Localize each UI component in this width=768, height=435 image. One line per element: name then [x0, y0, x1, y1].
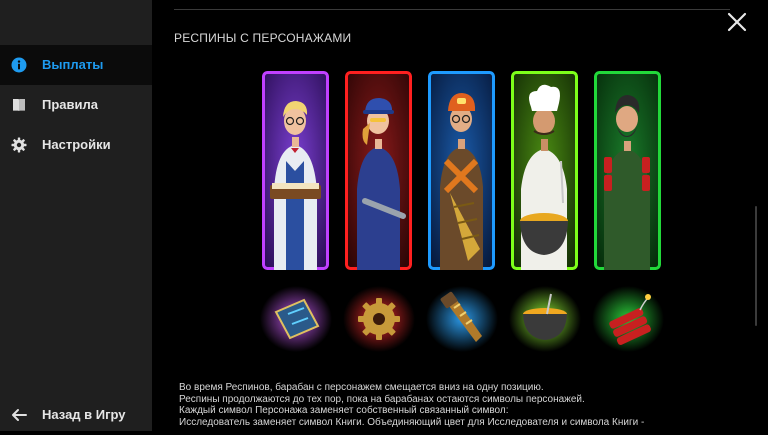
demolitionist-portrait	[594, 71, 661, 270]
sidebar-item-label: Настройки	[42, 137, 111, 152]
sidebar-item-payouts[interactable]: Выплаты	[0, 45, 152, 85]
description-line: Каждый символ Персонажа заменяет собстве…	[179, 405, 509, 416]
info-icon	[11, 57, 27, 73]
back-to-game-label: Назад в Игру	[42, 407, 126, 422]
sidebar: Выплаты Правила Настройки Назад в Игру	[0, 0, 152, 431]
explorer-portrait	[262, 71, 329, 270]
scrollbar[interactable]	[755, 206, 757, 326]
gear-icon	[11, 137, 27, 153]
drill-symbol-icon	[426, 286, 498, 352]
description-line: Исследователь заменяет символ Книги. Объ…	[179, 416, 645, 428]
mechanic-portrait	[345, 71, 412, 270]
sidebar-item-rules[interactable]: Правила	[0, 85, 152, 125]
description-line: Во время Респинов, барабан с персонажем …	[179, 382, 544, 393]
paytable-panel: РЕСПИНЫ С ПЕРСОНАЖАМИ Во время Респинов,…	[152, 0, 768, 431]
sidebar-item-label: Правила	[42, 97, 98, 112]
description-line: Респины продолжаются до тех пор, пока на…	[179, 393, 585, 405]
character-card-mechanic	[345, 71, 412, 270]
sidebar-item-label: Выплаты	[42, 57, 104, 72]
miner-portrait	[428, 71, 495, 270]
section-title: РЕСПИНЫ С ПЕРСОНАЖАМИ	[174, 31, 352, 45]
dynamite-symbol-icon	[592, 286, 664, 352]
cauldron-symbol-icon	[509, 286, 581, 352]
book-symbol-icon	[260, 286, 332, 352]
character-card-explorer	[262, 71, 329, 270]
cook-portrait	[511, 71, 578, 270]
character-card-cook	[511, 71, 578, 270]
arrow-left-icon	[12, 409, 27, 421]
close-icon[interactable]	[726, 11, 748, 33]
sidebar-item-settings[interactable]: Настройки	[0, 125, 152, 165]
back-to-game-button[interactable]: Назад в Игру	[0, 395, 152, 435]
gear-symbol-icon	[343, 286, 415, 352]
character-card-demolitionist	[594, 71, 661, 270]
character-card-miner	[428, 71, 495, 270]
respin-description: Во время Респинов, барабан с персонажем …	[179, 382, 739, 428]
book-icon	[13, 99, 25, 111]
top-divider	[174, 9, 730, 10]
